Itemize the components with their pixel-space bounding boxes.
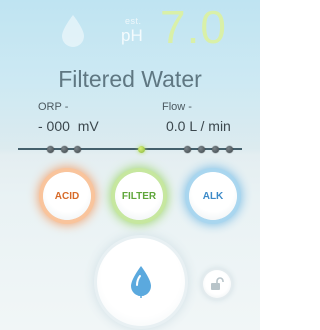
indicator-dot [198, 146, 205, 153]
ph-label: pH [121, 26, 143, 45]
water-drop-icon [131, 266, 151, 298]
ph-value: 7.0 [160, 1, 227, 53]
acid-button[interactable]: ACID [43, 172, 91, 220]
indicator-dot [226, 146, 233, 153]
orp-value: - 000 mV [38, 118, 99, 134]
water-ionizer-screen: est. pH 7.0 Filtered Water ORP - - 000 m… [0, 0, 260, 330]
water-drop-icon [62, 15, 84, 47]
indicator-dot [74, 146, 81, 153]
indicator-dot [212, 146, 219, 153]
indicator-dot [61, 146, 68, 153]
orp-label: ORP - [38, 101, 69, 113]
mode-title: Filtered Water [58, 66, 202, 92]
indicator-dot [47, 146, 54, 153]
alk-button[interactable]: ALK [189, 172, 237, 220]
indicator-dot [184, 146, 191, 153]
unlock-icon [211, 277, 224, 290]
filter-button[interactable]: FILTER [115, 172, 163, 220]
flow-label: Flow - [162, 101, 192, 113]
lock-button[interactable] [203, 270, 231, 298]
indicator-dot-active [138, 146, 145, 153]
dispense-button[interactable] [97, 238, 185, 326]
flow-value: 0.0 L / min [166, 118, 231, 134]
estimated-label: est. [125, 16, 142, 26]
